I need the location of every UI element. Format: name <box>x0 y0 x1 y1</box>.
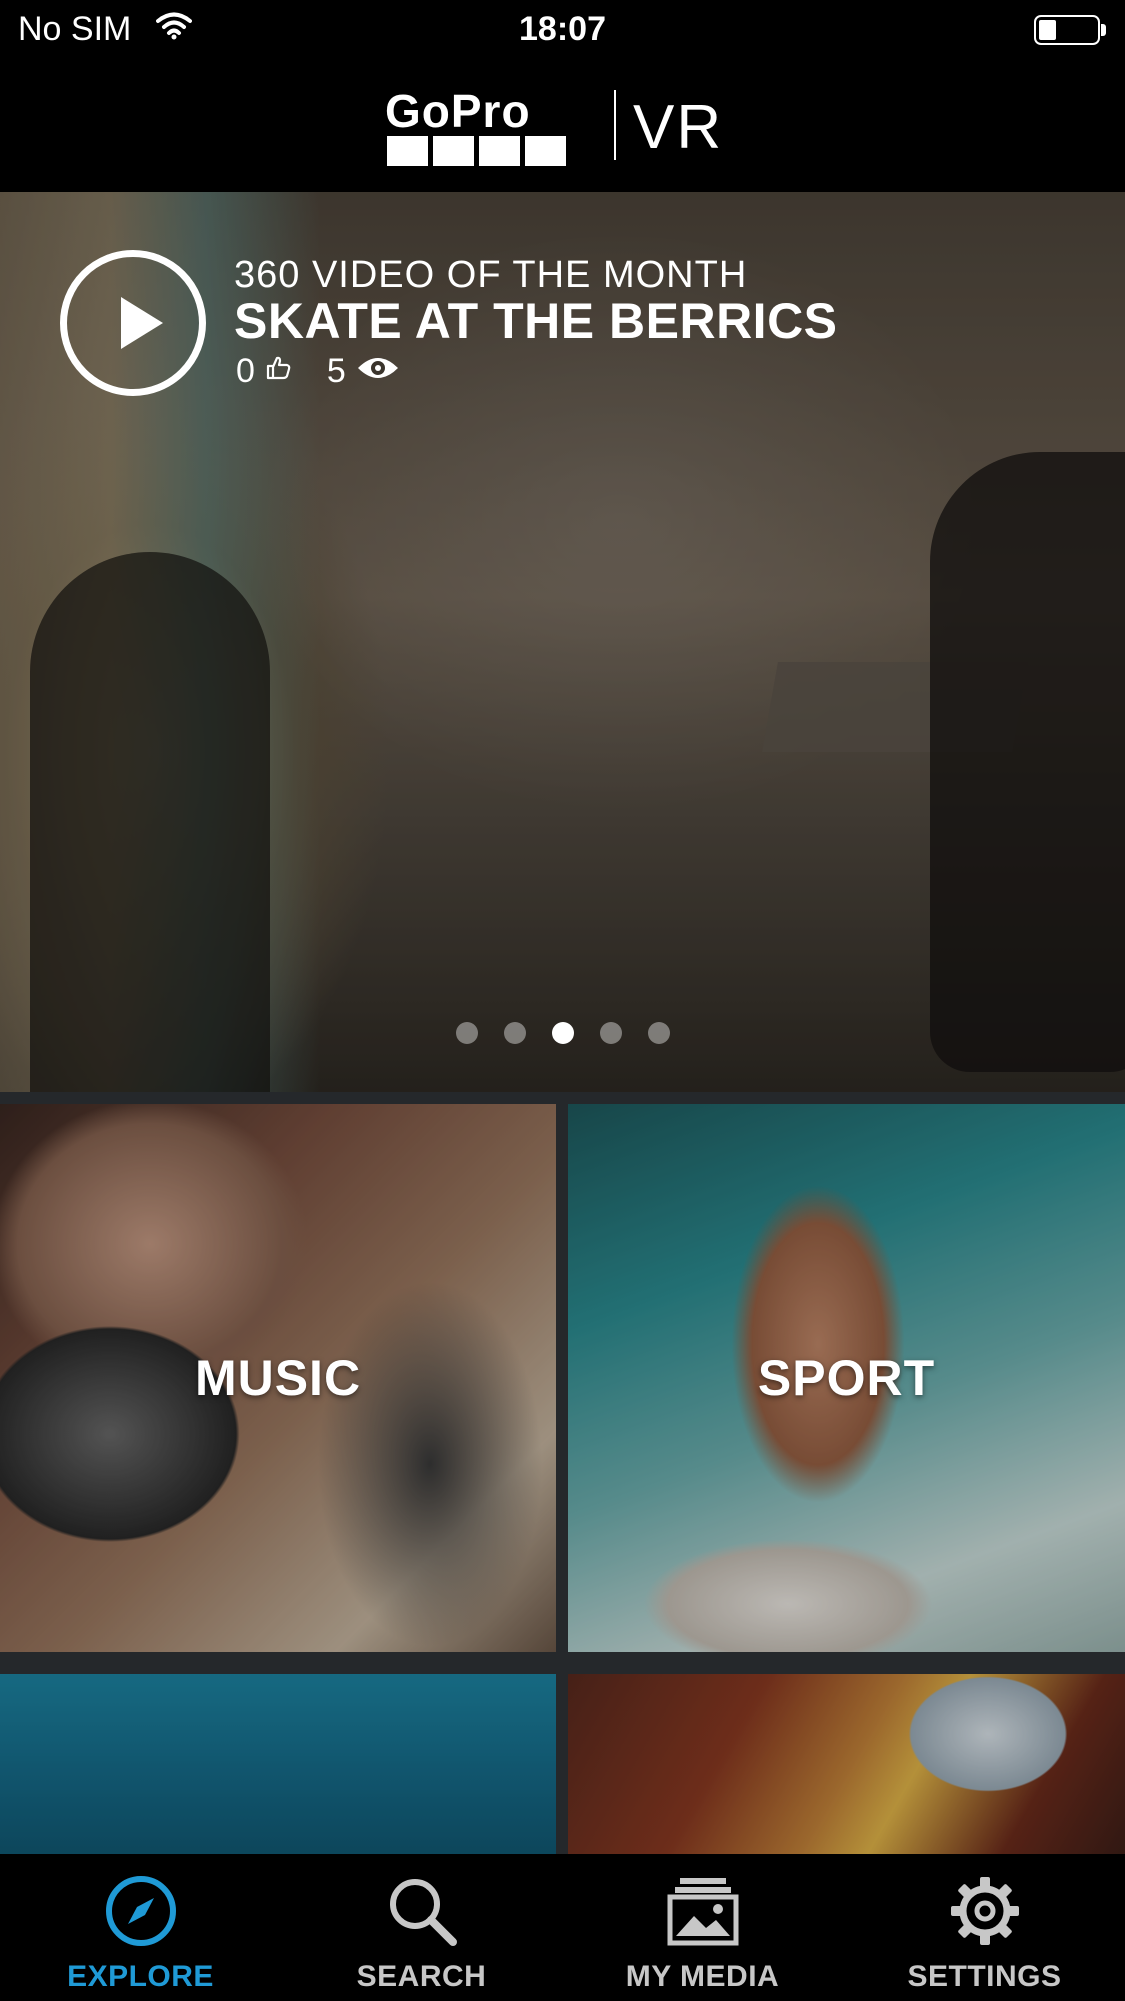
search-icon <box>389 1879 457 1946</box>
tab-label-settings: SETTINGS <box>907 1960 1062 1993</box>
tab-explore[interactable]: EXPLORE <box>0 1854 281 2001</box>
media-stack-icon <box>667 1878 738 1946</box>
category-tile-travel[interactable] <box>568 1674 1125 1854</box>
status-bar: No SIM 18:07 <box>0 0 1125 62</box>
battery-icon <box>1034 15 1100 45</box>
hero-stats: 0 5 <box>236 352 400 391</box>
hero-kicker: 360 VIDEO OF THE MONTH <box>234 254 748 296</box>
logo-wordmark: GoPro <box>385 85 531 137</box>
tab-settings[interactable]: SETTINGS <box>844 1854 1125 2001</box>
play-icon <box>121 297 163 349</box>
category-label: SPORT <box>757 1350 936 1406</box>
views-count: 5 <box>326 352 346 390</box>
logo-vr: VR <box>633 93 724 162</box>
battery-tip <box>1101 24 1106 36</box>
carousel-dot[interactable] <box>551 1022 574 1044</box>
tab-search[interactable]: SEARCH <box>281 1854 562 2001</box>
tab-label-search: SEARCH <box>356 1960 487 1993</box>
likes-count: 0 <box>236 352 255 390</box>
tab-label-explore: EXPLORE <box>67 1960 214 1993</box>
carousel-dot[interactable] <box>503 1022 526 1044</box>
category-tile-sport[interactable]: SPORT <box>568 1104 1125 1652</box>
play-button[interactable] <box>60 250 206 396</box>
eye-icon <box>356 352 400 391</box>
category-grid: MUSIC SPORT <box>0 1092 1125 1854</box>
tab-label-my-media: MY MEDIA <box>625 1960 780 1993</box>
category-label: MUSIC <box>194 1350 362 1406</box>
compass-icon <box>105 1876 176 1946</box>
tab-bar: EXPLORE SEARCH MY MEDIA SETTINGS <box>0 1854 1125 2001</box>
carousel-page-indicator[interactable] <box>0 1022 1125 1044</box>
battery-level <box>1039 20 1056 40</box>
hero-title[interactable]: SKATE AT THE BERRICS <box>234 292 838 350</box>
gopro-vr-logo: GoPro VR <box>385 85 745 174</box>
logo-divider <box>614 90 616 160</box>
app-header: GoPro VR <box>0 62 1125 192</box>
carousel-dot[interactable] <box>455 1022 478 1044</box>
featured-video-banner[interactable]: 360 VIDEO OF THE MONTH SKATE AT THE BERR… <box>0 192 1125 1092</box>
clock: 18:07 <box>519 10 606 48</box>
gear-icon <box>950 1877 1019 1945</box>
category-tile-music[interactable]: MUSIC <box>0 1104 556 1652</box>
thumbs-up-icon <box>263 352 293 391</box>
carousel-dot[interactable] <box>599 1022 622 1044</box>
tile-overlay <box>568 1674 1125 1854</box>
logo-blocks <box>387 136 566 166</box>
category-tile-ocean[interactable] <box>0 1674 556 1854</box>
tab-my-media[interactable]: MY MEDIA <box>562 1854 843 2001</box>
carousel-dot[interactable] <box>647 1022 670 1044</box>
tile-overlay <box>0 1674 556 1854</box>
